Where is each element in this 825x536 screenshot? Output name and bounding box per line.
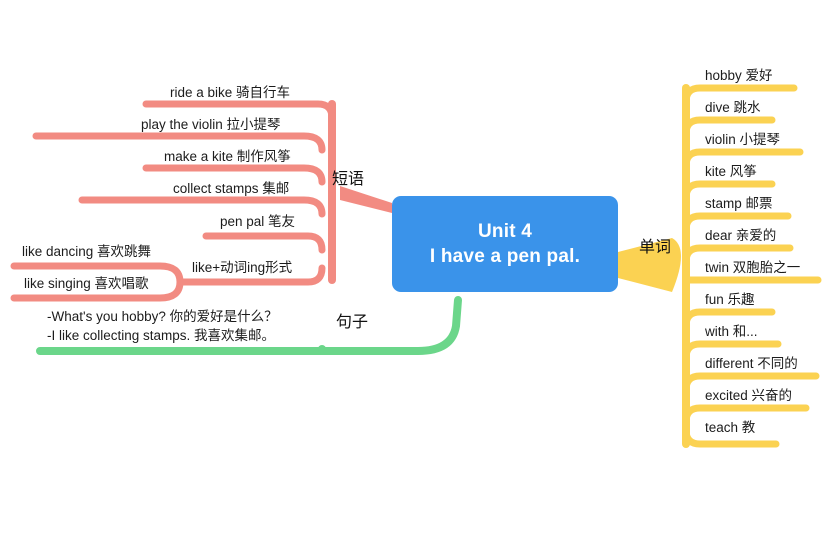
mindmap-canvas: Unit 4 I have a pen pal. 短语 单词 句子 ride a… <box>0 0 825 536</box>
word-item-different[interactable]: different 不同的 <box>705 357 798 371</box>
word-item-hobby[interactable]: hobby 爱好 <box>705 69 773 83</box>
branch-label-phrases[interactable]: 短语 <box>332 172 364 188</box>
word-item-dive[interactable]: dive 跳水 <box>705 101 761 115</box>
phrase-subitem-like-singing[interactable]: like singing 喜欢唱歌 <box>24 277 149 291</box>
phrase-subitem-like-dancing[interactable]: like dancing 喜欢跳舞 <box>22 245 151 259</box>
phrase-item-like-verb-ing[interactable]: like+动词ing形式 <box>192 261 292 275</box>
central-title-line-1: Unit 4 <box>478 220 532 242</box>
word-item-dear[interactable]: dear 亲爱的 <box>705 229 776 243</box>
branch-label-words[interactable]: 单词 <box>639 240 671 256</box>
word-item-kite[interactable]: kite 风筝 <box>705 165 757 179</box>
word-item-fun[interactable]: fun 乐趣 <box>705 293 755 307</box>
sentence-line-question: -What's you hobby? 你的爱好是什么？ <box>47 309 278 324</box>
word-item-teach[interactable]: teach 教 <box>705 421 755 435</box>
word-item-excited[interactable]: excited 兴奋的 <box>705 389 792 403</box>
branch-label-sentences[interactable]: 句子 <box>336 315 368 331</box>
phrase-item-play-the-violin[interactable]: play the violin 拉小提琴 <box>141 118 281 132</box>
word-item-twin[interactable]: twin 双胞胎之一 <box>705 261 800 275</box>
sentence-group[interactable]: -What's you hobby? 你的爱好是什么？ -I like coll… <box>47 308 278 345</box>
phrase-item-ride-a-bike[interactable]: ride a bike 骑自行车 <box>170 86 290 100</box>
central-topic-node[interactable]: Unit 4 I have a pen pal. <box>392 196 618 292</box>
word-item-with[interactable]: with 和... <box>705 325 758 339</box>
sentence-line-answer: -I like collecting stamps. 我喜欢集邮。 <box>47 327 276 343</box>
phrase-item-collect-stamps[interactable]: collect stamps 集邮 <box>173 182 289 196</box>
central-title-line-2: I have a pen pal. <box>429 246 581 267</box>
word-item-stamp[interactable]: stamp 邮票 <box>705 197 773 211</box>
phrase-item-make-a-kite[interactable]: make a kite 制作风筝 <box>164 150 291 164</box>
phrase-item-pen-pal[interactable]: pen pal 笔友 <box>220 215 295 229</box>
word-item-violin[interactable]: violin 小提琴 <box>705 133 780 147</box>
